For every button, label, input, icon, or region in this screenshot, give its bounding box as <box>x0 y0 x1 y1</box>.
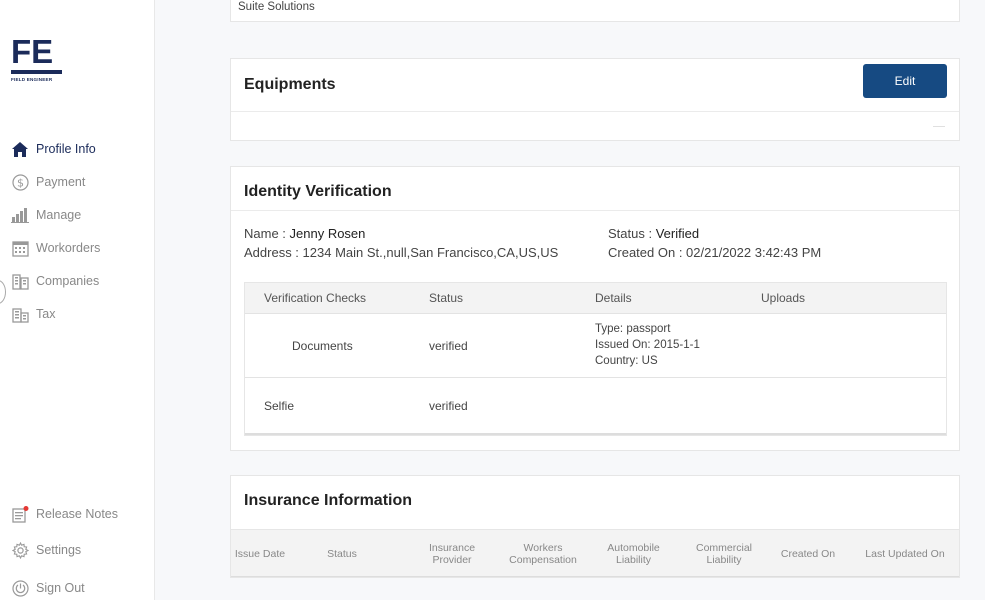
column-header: Status <box>327 548 357 560</box>
equipments-placeholder-line <box>933 126 945 127</box>
details-issued: Issued On: 2015-1-1 <box>595 339 700 351</box>
sidebar-item-label: Companies <box>36 274 100 288</box>
insurance-table-header: Issue Date Status Insurance Provider Wor… <box>231 529 959 577</box>
details-type: Type: passport <box>595 323 671 335</box>
sidebar-item-tax[interactable]: Tax <box>11 304 55 324</box>
sidebar-item-label: Settings <box>36 543 82 557</box>
field-engineer-logo[interactable]: FE FIELD ENGINEER <box>11 33 63 82</box>
name-value: Jenny Rosen <box>289 226 366 241</box>
column-header: Issue Date <box>234 548 286 560</box>
column-header: Automobile Liability <box>607 542 660 566</box>
column-header: Status <box>429 291 464 305</box>
column-header: Uploads <box>761 291 806 305</box>
sidebar-item-workorders[interactable]: Workorders <box>11 238 100 258</box>
identity-status: Status : Verified <box>608 226 699 241</box>
address-value: 1234 Main St.,null,San Francisco,CA,US,U… <box>302 245 559 260</box>
equipments-divider <box>231 111 959 112</box>
column-header: Insurance Provider <box>428 542 476 566</box>
gear-icon <box>11 541 29 559</box>
status-cell: verified <box>429 339 468 353</box>
company-card: Suite Solutions <box>230 0 960 22</box>
logo-text: FE <box>11 33 54 70</box>
identity-address: Address : 1234 Main St.,null,San Francis… <box>244 245 558 260</box>
tax-icon <box>11 305 29 323</box>
sidebar-item-manage[interactable]: Manage <box>11 205 81 225</box>
equipments-card: Equipments Edit <box>230 58 960 141</box>
column-header: Last Updated On <box>865 548 945 560</box>
insurance-information-title: Insurance Information <box>244 492 413 509</box>
column-header: Commercial Liability <box>695 542 752 566</box>
calendar-icon <box>11 239 29 257</box>
identity-verification-card: Identity Verification Name : Jenny Rosen… <box>230 166 960 451</box>
sidebar-item-settings[interactable]: Settings <box>11 540 81 560</box>
check-cell: Selfie <box>264 399 295 413</box>
power-icon <box>11 579 29 597</box>
column-header: Verification Checks <box>264 291 367 305</box>
status-cell: verified <box>429 399 468 413</box>
chart-icon <box>11 206 29 224</box>
company-name: Suite Solutions <box>238 1 315 13</box>
sidebar-item-label: Payment <box>36 175 86 189</box>
column-header: Created On <box>780 548 836 560</box>
table-row: Documents verified Type: passport Issued… <box>245 314 946 378</box>
created-label: Created On : <box>608 245 687 260</box>
address-label: Address : <box>244 245 303 260</box>
name-label: Name : <box>244 226 290 241</box>
verification-table-header: Verification Checks Status Details Uploa… <box>245 283 946 314</box>
sidebar-item-companies[interactable]: Companies <box>11 271 99 291</box>
column-header: Details <box>595 291 632 305</box>
created-value: 02/21/2022 3:42:43 PM <box>686 245 822 260</box>
logo-subtitle: FIELD ENGINEER <box>11 77 53 82</box>
table-row: Selfie verified <box>245 378 946 435</box>
sidebar: FE FIELD ENGINEER Profile Info $ Payment… <box>0 0 155 600</box>
svg-text:$: $ <box>17 176 24 189</box>
logo-bar <box>11 70 62 74</box>
sidebar-item-profile-info[interactable]: Profile Info <box>11 139 96 159</box>
status-label: Status : <box>608 226 656 241</box>
sidebar-item-label: Sign Out <box>36 581 85 595</box>
column-header: Workers Compensation <box>509 542 577 566</box>
sidebar-item-label: Workorders <box>36 241 101 255</box>
sidebar-item-label: Tax <box>36 307 56 321</box>
insurance-information-card: Insurance Information Issue Date Status … <box>230 475 960 578</box>
sidebar-item-label: Manage <box>36 208 82 222</box>
details-country: Country: US <box>595 355 658 367</box>
sidebar-item-release-notes[interactable]: Release Notes <box>11 504 118 524</box>
sidebar-item-label: Release Notes <box>36 507 118 521</box>
verification-table: Verification Checks Status Details Uploa… <box>244 282 947 436</box>
edit-equipments-button[interactable]: Edit <box>863 64 947 98</box>
identity-name: Name : Jenny Rosen <box>244 226 365 241</box>
sidebar-item-sign-out[interactable]: Sign Out <box>11 578 85 598</box>
identity-created-on: Created On : 02/21/2022 3:42:43 PM <box>608 245 821 260</box>
identity-divider <box>231 210 959 211</box>
identity-verification-title: Identity Verification <box>244 183 392 200</box>
notes-icon <box>11 505 29 523</box>
equipments-title: Equipments <box>244 76 336 93</box>
sidebar-item-payment[interactable]: $ Payment <box>11 172 85 192</box>
sidebar-item-label: Profile Info <box>36 142 96 156</box>
building-icon <box>11 272 29 290</box>
status-value: Verified <box>655 226 700 241</box>
home-icon <box>11 140 29 158</box>
check-cell: Documents <box>292 339 353 353</box>
dollar-icon: $ <box>11 173 29 191</box>
